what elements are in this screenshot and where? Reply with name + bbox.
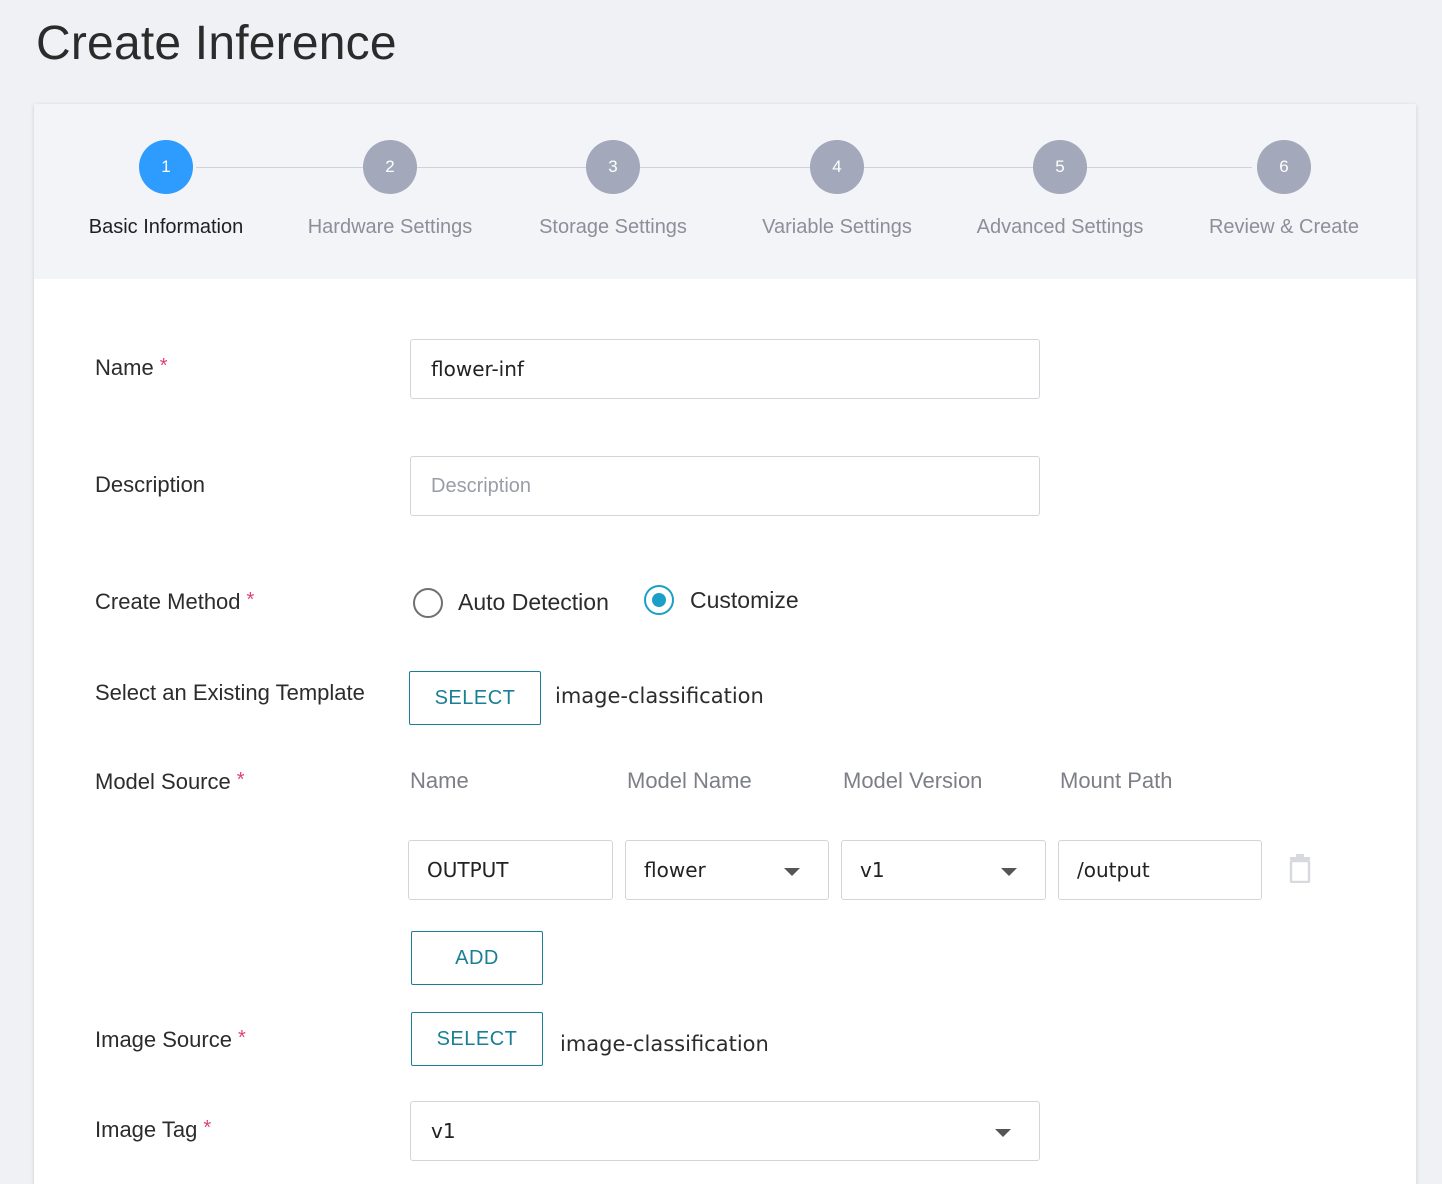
- chevron-down-icon: [1001, 868, 1017, 876]
- required-marker: *: [237, 1027, 246, 1049]
- radio-auto-detection[interactable]: [413, 588, 443, 618]
- step-label: Storage Settings: [539, 216, 687, 238]
- step-basic-information[interactable]: 1 Basic Information: [51, 140, 281, 239]
- name-input[interactable]: flower-inf: [410, 339, 1040, 399]
- image-tag-select[interactable]: v1: [410, 1101, 1040, 1161]
- step-number: 6: [1257, 140, 1311, 194]
- model-source-label: Model Source *: [95, 769, 245, 794]
- add-model-source-button[interactable]: ADD: [411, 931, 543, 985]
- template-label: Select an Existing Template: [95, 680, 365, 705]
- mount-path-input[interactable]: /output: [1058, 840, 1262, 900]
- select-template-button[interactable]: SELECT: [409, 671, 541, 725]
- step-number: 3: [586, 140, 640, 194]
- stepper: 1 Basic Information 2 Hardware Settings …: [34, 104, 1416, 279]
- step-number: 1: [139, 140, 193, 194]
- step-hardware-settings[interactable]: 2 Hardware Settings: [275, 140, 505, 239]
- column-header-model-version: Model Version: [843, 768, 983, 793]
- column-header-mount-path: Mount Path: [1060, 768, 1173, 793]
- model-name-select[interactable]: flower: [625, 840, 829, 900]
- description-input[interactable]: Description: [410, 456, 1040, 516]
- create-method-label: Create Method *: [95, 589, 255, 614]
- required-marker: *: [236, 769, 245, 791]
- trash-icon[interactable]: [1288, 853, 1312, 883]
- step-advanced-settings[interactable]: 5 Advanced Settings: [945, 140, 1175, 239]
- description-label: Description: [95, 472, 206, 497]
- chevron-down-icon: [995, 1129, 1011, 1137]
- step-label: Hardware Settings: [307, 216, 473, 238]
- form-card: 1 Basic Information 2 Hardware Settings …: [34, 104, 1416, 1184]
- required-marker: *: [203, 1117, 212, 1139]
- select-image-button[interactable]: SELECT: [411, 1012, 543, 1066]
- radio-label-auto-detection[interactable]: Auto Detection: [458, 589, 609, 616]
- required-marker: *: [159, 355, 168, 377]
- required-marker: *: [246, 589, 255, 611]
- image-source-value: image-classification: [560, 1032, 769, 1056]
- image-tag-label: Image Tag *: [95, 1117, 212, 1142]
- step-number: 4: [810, 140, 864, 194]
- template-value: image-classification: [555, 684, 764, 708]
- page-title: Create Inference: [36, 17, 397, 70]
- column-header-name: Name: [410, 768, 469, 793]
- step-storage-settings[interactable]: 3 Storage Settings: [498, 140, 728, 239]
- step-label: Review & Create: [1208, 216, 1360, 238]
- radio-customize[interactable]: [644, 585, 674, 615]
- step-label: Variable Settings: [762, 216, 912, 238]
- step-label: Advanced Settings: [976, 216, 1144, 238]
- step-number: 2: [363, 140, 417, 194]
- column-header-model-name: Model Name: [627, 768, 752, 793]
- model-source-name-input[interactable]: OUTPUT: [408, 840, 613, 900]
- step-label: Basic Information: [88, 216, 244, 238]
- step-variable-settings[interactable]: 4 Variable Settings: [722, 140, 952, 239]
- model-version-select[interactable]: v1: [841, 840, 1046, 900]
- step-number: 5: [1033, 140, 1087, 194]
- name-label: Name *: [95, 355, 168, 380]
- step-review-create[interactable]: 6 Review & Create: [1169, 140, 1399, 239]
- chevron-down-icon: [784, 868, 800, 876]
- radio-label-customize[interactable]: Customize: [690, 587, 799, 614]
- image-source-label: Image Source *: [95, 1027, 246, 1052]
